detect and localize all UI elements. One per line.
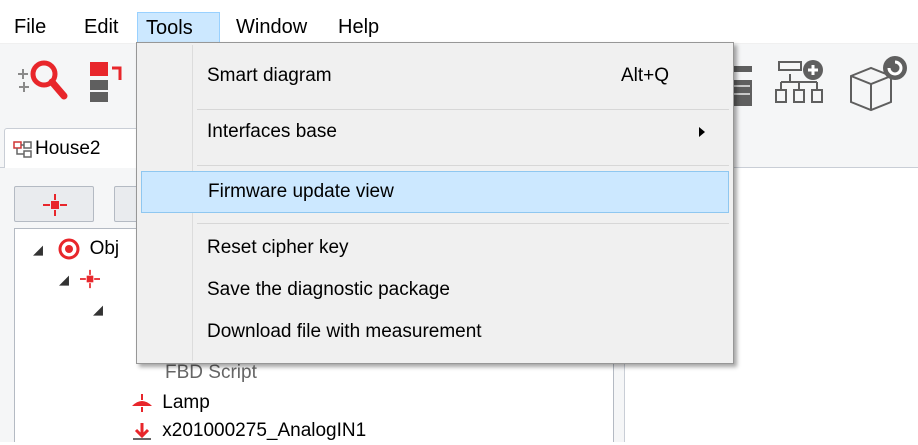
menu-separator — [197, 223, 729, 224]
menu-file[interactable]: File — [6, 12, 54, 42]
tree-row[interactable]: Lamp — [131, 389, 210, 417]
tree-row[interactable]: x201000275_AnalogIN1 — [131, 417, 366, 445]
expand-arrow-icon[interactable]: ◢ — [33, 236, 49, 264]
node-icon — [43, 194, 67, 216]
objects-icon — [58, 238, 80, 260]
menu-item-label: Firmware update view — [208, 181, 394, 202]
tree-row-label: x201000275_AnalogIN1 — [162, 420, 367, 441]
menu-item-label: Interfaces base — [207, 121, 337, 142]
expand-arrow-icon[interactable]: ◢ — [93, 296, 109, 324]
menu-item-interfaces-base[interactable]: Interfaces base — [141, 113, 729, 151]
menu-tools[interactable]: Tools — [137, 12, 220, 42]
tree-row-label: Obj — [89, 238, 120, 259]
menu-item-smart-diagram[interactable]: Smart diagram Alt+Q — [141, 57, 729, 95]
menu-item-download-measurement-file[interactable]: Download file with measurement — [141, 313, 729, 351]
menu-separator — [197, 109, 729, 110]
tree-row-label: Lamp — [162, 392, 210, 413]
menu-edit[interactable]: Edit — [76, 12, 126, 42]
inspect-icon[interactable] — [14, 52, 74, 112]
menu-item-save-diagnostic-package[interactable]: Save the diagnostic package — [141, 271, 729, 309]
menu-bar: File Edit Tools Window Help — [0, 0, 918, 44]
tree-row[interactable]: ◢ Obj — [33, 235, 119, 263]
box-refresh-icon[interactable] — [845, 52, 915, 112]
submenu-arrow-icon — [699, 127, 705, 137]
tree-row[interactable]: ◢ — [59, 265, 101, 294]
tree-row[interactable]: ◢ — [93, 295, 109, 323]
menu-window[interactable]: Window — [228, 12, 315, 42]
menu-item-shortcut: Alt+Q — [621, 65, 670, 86]
analog-input-icon — [133, 422, 151, 440]
tree-row-label: FBD Script — [165, 362, 257, 383]
tools-menu: Smart diagram Alt+Q Interfaces base Firm… — [136, 42, 734, 364]
menu-item-firmware-update-view[interactable]: Firmware update view — [141, 171, 729, 213]
module-icon[interactable] — [80, 52, 140, 112]
expand-arrow-icon[interactable]: ◢ — [59, 266, 75, 294]
menu-item-label: Download file with measurement — [207, 321, 482, 342]
collapse-all-button[interactable] — [14, 186, 94, 222]
menu-item-label: Reset cipher key — [207, 237, 349, 258]
menu-item-reset-cipher-key[interactable]: Reset cipher key — [141, 229, 729, 267]
hierarchy-add-icon[interactable] — [775, 52, 830, 112]
node-icon — [80, 269, 101, 289]
menu-separator — [197, 165, 729, 166]
lamp-icon — [132, 393, 152, 412]
menu-help[interactable]: Help — [330, 12, 387, 42]
menu-item-label: Smart diagram — [207, 65, 332, 86]
box-icon[interactable] — [730, 52, 760, 112]
tab-label: House2 — [35, 138, 101, 159]
menu-item-label: Save the diagnostic package — [207, 279, 450, 300]
project-icon — [13, 141, 32, 158]
